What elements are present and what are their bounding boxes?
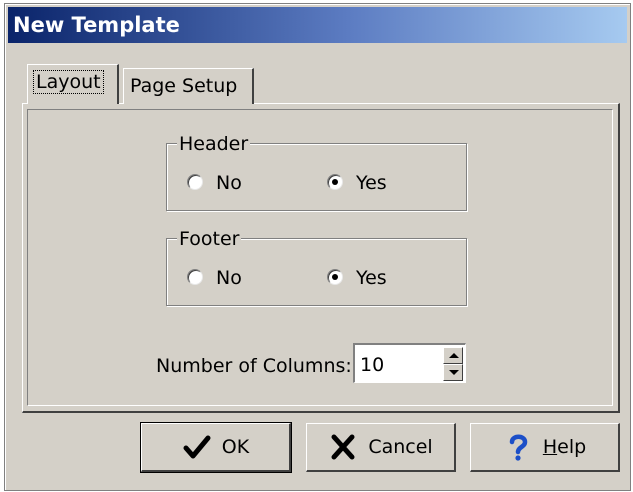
ok-button[interactable]: OK	[140, 422, 292, 473]
checkmark-icon	[183, 435, 211, 459]
help-button[interactable]: Help	[470, 423, 620, 472]
footer-yes-selected-dot	[332, 274, 338, 280]
help-mnemonic: H	[542, 436, 558, 458]
columns-label: Number of Columns:	[156, 355, 352, 377]
footer-group-legend: Footer	[177, 228, 242, 250]
footer-no-radio[interactable]	[187, 269, 203, 285]
footer-group: Footer	[166, 228, 467, 306]
header-group: Header	[166, 133, 467, 211]
title-bar[interactable]: New Template	[8, 7, 627, 43]
header-yes-selected-dot	[332, 179, 338, 185]
ok-button-label: OK	[221, 436, 250, 458]
header-no-label[interactable]: No	[216, 172, 242, 194]
footer-no-label[interactable]: No	[216, 267, 242, 289]
footer-yes-radio[interactable]	[327, 269, 343, 285]
help-label-rest: elp	[557, 436, 587, 458]
header-yes-label[interactable]: Yes	[356, 172, 387, 194]
cancel-button[interactable]: Cancel	[306, 423, 456, 472]
spinner-up-button[interactable]	[443, 347, 463, 364]
header-yes-radio[interactable]	[327, 174, 343, 190]
tab-page-setup-label: Page Setup	[130, 75, 238, 97]
header-no-radio[interactable]	[187, 174, 203, 190]
cancel-button-label: Cancel	[368, 436, 433, 458]
columns-value[interactable]: 10	[360, 354, 384, 376]
spinner-down-button[interactable]	[443, 364, 463, 381]
tab-layout-label: Layout	[33, 70, 104, 94]
x-mark-icon	[331, 434, 355, 460]
columns-spinner[interactable]: 10	[353, 343, 466, 383]
help-button-label: Help	[543, 436, 586, 458]
header-group-legend: Header	[177, 133, 251, 155]
window-title: New Template	[13, 13, 180, 37]
tab-page-setup[interactable]: Page Setup	[123, 68, 254, 104]
question-mark-icon	[509, 434, 528, 461]
footer-yes-label[interactable]: Yes	[356, 267, 387, 289]
tab-layout[interactable]: Layout	[27, 64, 119, 104]
